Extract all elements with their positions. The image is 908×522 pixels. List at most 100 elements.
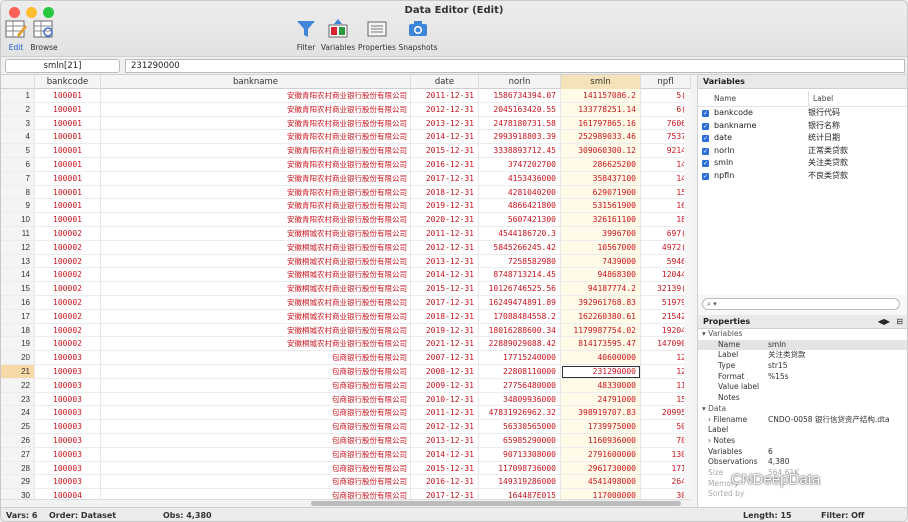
table-cell[interactable]: 2018-12-31 <box>411 185 479 200</box>
table-cell[interactable]: 22808110000 <box>479 364 561 379</box>
table-cell[interactable]: 56330565000 <box>479 420 561 434</box>
column-header-npfln[interactable]: npfl <box>641 75 691 89</box>
table-cell[interactable]: 100002 <box>35 323 101 338</box>
table-cell[interactable]: 7439000 <box>561 254 641 269</box>
property-row[interactable]: Sorted by <box>698 489 907 500</box>
table-cell[interactable]: 10567000 <box>561 240 641 255</box>
table-cell[interactable]: 100003 <box>35 378 101 393</box>
table-cell[interactable]: 24791000 <box>561 392 641 407</box>
table-cell[interactable]: 100002 <box>35 226 101 241</box>
table-cell[interactable]: 100003 <box>35 461 101 476</box>
properties-data-group[interactable]: ▾ Data <box>698 404 907 415</box>
table-cell[interactable]: 100002 <box>35 295 101 310</box>
table-cell[interactable]: 安徽青阳农村商业银行股份有限公司 <box>101 89 411 103</box>
table-cell[interactable]: 286625200 <box>561 157 641 172</box>
table-cell[interactable]: 2017-12-31 <box>411 489 479 499</box>
table-cell[interactable]: 2993918803.39 <box>479 130 561 145</box>
table-cell[interactable]: 2009-12-31 <box>411 378 479 393</box>
table-cell[interactable]: 2013-12-31 <box>411 254 479 269</box>
column-header-bankname[interactable]: bankname <box>101 75 411 89</box>
table-cell[interactable]: 2478180731.58 <box>479 116 561 131</box>
table-cell[interactable]: 安徽桐城农村商业银行股份有限公司 <box>101 226 411 241</box>
properties-nav-arrows[interactable]: ◀▶ <box>878 315 890 329</box>
table-cell[interactable]: 2017-12-31 <box>411 171 479 186</box>
table-cell[interactable]: 3747202700 <box>479 157 561 172</box>
property-row[interactable]: Label <box>698 425 907 436</box>
cell-value-input[interactable]: 231290000 <box>125 59 905 73</box>
table-cell[interactable]: 2011-12-31 <box>411 226 479 241</box>
table-cell[interactable]: 安徽青阳农村商业银行股份有限公司 <box>101 116 411 131</box>
table-cell[interactable]: 162260380.61 <box>561 309 641 324</box>
table-cell[interactable]: 安徽桐城农村商业银行股份有限公司 <box>101 268 411 283</box>
table-cell[interactable]: 2018-12-31 <box>411 309 479 324</box>
snapshots-tool-button[interactable]: Snapshots <box>398 19 438 52</box>
table-cell[interactable]: 65985290000 <box>479 433 561 448</box>
table-cell[interactable]: 2016-12-31 <box>411 475 479 490</box>
table-cell[interactable]: 安徽桐城农村商业银行股份有限公司 <box>101 282 411 296</box>
table-cell[interactable]: 100001 <box>35 89 101 103</box>
property-row[interactable]: Format %15s <box>698 372 907 383</box>
table-cell[interactable]: 安徽青阳农村商业银行股份有限公司 <box>101 157 411 172</box>
table-cell[interactable]: 326161100 <box>561 213 641 227</box>
table-cell[interactable]: 358437100 <box>561 171 641 186</box>
table-cell[interactable]: 94187774.2 <box>561 282 641 296</box>
table-cell[interactable]: 16249474891.89 <box>479 295 561 310</box>
table-cell[interactable]: 100001 <box>35 199 101 214</box>
property-row[interactable]: Observations 4,380 <box>698 457 907 468</box>
table-cell[interactable]: 100003 <box>35 406 101 421</box>
table-cell[interactable]: 392961768.83 <box>561 295 641 310</box>
table-cell[interactable]: 安徽青阳农村商业银行股份有限公司 <box>101 102 411 117</box>
property-row[interactable]: › Filename CNDO-0058 银行信贷资产结构.dta <box>698 415 907 426</box>
property-row[interactable]: Type str15 <box>698 361 907 372</box>
table-cell[interactable]: 2015-12-31 <box>411 461 479 476</box>
table-cell[interactable]: 2019-12-31 <box>411 323 479 338</box>
table-cell[interactable]: 100003 <box>35 433 101 448</box>
table-cell[interactable]: 7258582980 <box>479 254 561 269</box>
table-cell[interactable]: 包商银行股份有限公司 <box>101 378 411 393</box>
table-cell[interactable]: 2021-12-31 <box>411 337 479 352</box>
table-cell[interactable]: 17088484558.2 <box>479 309 561 324</box>
table-cell[interactable]: 18016288600.34 <box>479 323 561 338</box>
table-cell[interactable]: 2012-12-31 <box>411 420 479 434</box>
table-cell[interactable]: 包商银行股份有限公司 <box>101 351 411 365</box>
table-cell[interactable]: 161797865.16 <box>561 116 641 131</box>
checkbox-icon[interactable]: ✓ <box>702 160 709 167</box>
table-cell[interactable]: 100003 <box>35 351 101 365</box>
table-cell[interactable]: 5845266245.42 <box>479 240 561 255</box>
property-row[interactable]: Name smln <box>698 339 907 351</box>
table-cell[interactable]: 安徽青阳农村商业银行股份有限公司 <box>101 199 411 214</box>
checkbox-icon[interactable]: ✓ <box>702 135 709 142</box>
table-cell[interactable]: 309060300.12 <box>561 144 641 158</box>
property-row[interactable]: Label 关注类贷款 <box>698 350 907 361</box>
table-cell[interactable]: 安徽桐城农村商业银行股份有限公司 <box>101 295 411 310</box>
table-cell[interactable]: 117000000 <box>561 489 641 499</box>
table-cell[interactable]: 2013-12-31 <box>411 116 479 131</box>
variable-list-item[interactable]: ✓ smln 关注类贷款 <box>698 157 907 170</box>
checkbox-icon[interactable]: ✓ <box>702 147 709 155</box>
data-grid[interactable]: bankcode bankname date norln smln npfl 1… <box>1 75 691 499</box>
table-cell[interactable]: 4866421800 <box>479 199 561 214</box>
column-header-bankcode[interactable]: bankcode <box>35 75 101 89</box>
property-row[interactable]: Notes <box>698 393 907 404</box>
table-cell[interactable]: 3338893712.45 <box>479 144 561 158</box>
table-cell[interactable]: 1179987754.02 <box>561 323 641 338</box>
table-cell[interactable]: 94868300 <box>561 268 641 283</box>
variables-search-input[interactable]: ⌕ ▾ <box>702 298 900 310</box>
table-cell[interactable]: 2045163420.55 <box>479 102 561 117</box>
table-cell[interactable]: 231290000 <box>561 364 641 379</box>
table-cell[interactable]: 1160936000 <box>561 433 641 448</box>
variables-name-column[interactable]: Name <box>714 91 808 106</box>
variables-label-column[interactable]: Label <box>808 91 833 106</box>
table-cell[interactable]: 安徽桐城农村商业银行股份有限公司 <box>101 337 411 352</box>
table-cell[interactable]: 2015-12-31 <box>411 282 479 296</box>
table-cell[interactable]: 安徽桐城农村商业银行股份有限公司 <box>101 240 411 255</box>
properties-lock-icon[interactable]: ⊟ <box>896 315 903 329</box>
table-cell[interactable]: 安徽青阳农村商业银行股份有限公司 <box>101 213 411 227</box>
properties-variables-group[interactable]: ▾ Variables <box>698 329 907 340</box>
table-cell[interactable]: 包商银行股份有限公司 <box>101 433 411 448</box>
table-cell[interactable]: 90713308000 <box>479 447 561 462</box>
table-cell[interactable]: 安徽青阳农村商业银行股份有限公司 <box>101 130 411 145</box>
variables-tool-button[interactable]: Variables <box>318 19 358 52</box>
table-cell[interactable]: 100003 <box>35 475 101 490</box>
table-cell[interactable]: 100001 <box>35 157 101 172</box>
